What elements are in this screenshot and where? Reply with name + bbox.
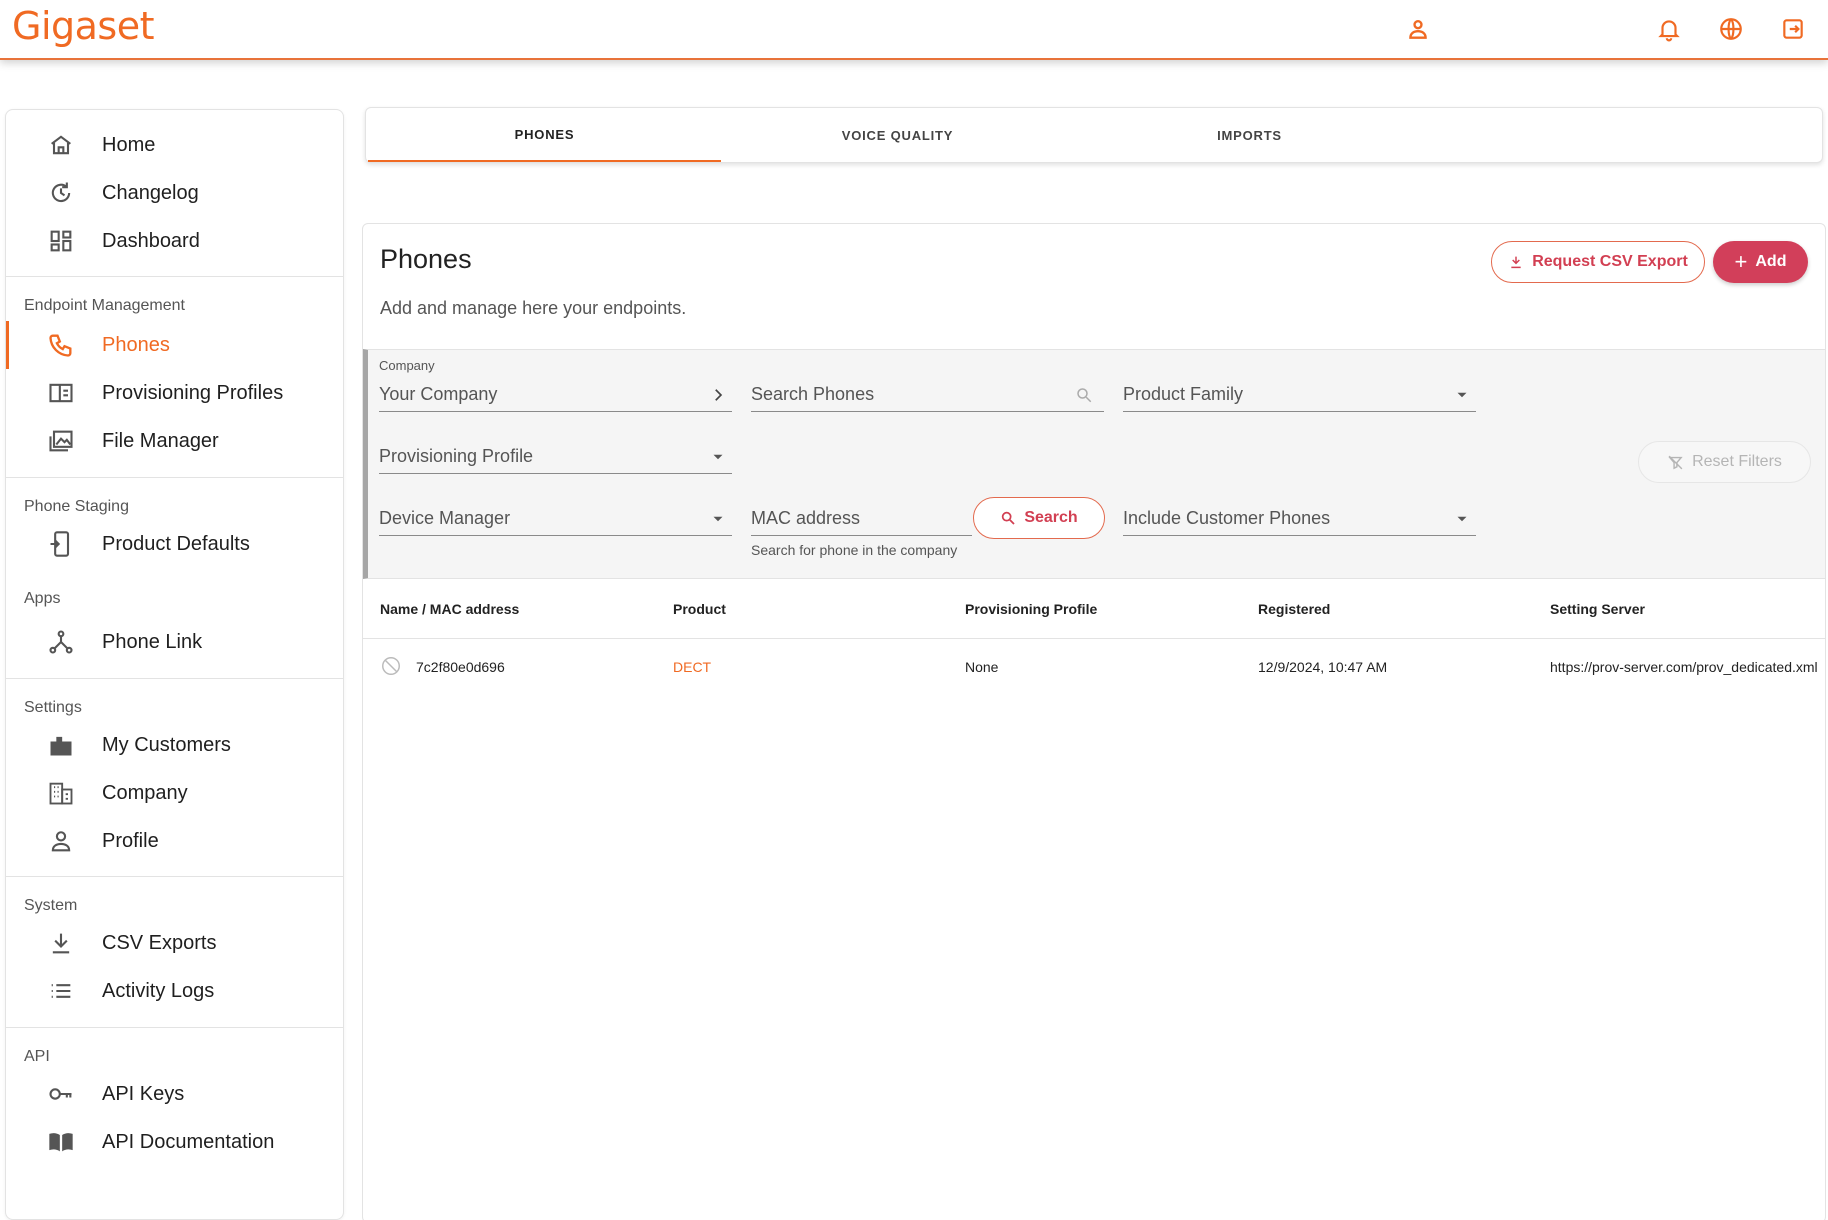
search-button-label: Search [1024,509,1078,526]
table-row[interactable]: 7c2f80e0d696 DECT None 12/9/2024, 10:47 … [363,639,1825,689]
search-icon [1074,385,1094,405]
section-title-apps: Apps [24,590,61,607]
cell-product: DECT [673,659,712,675]
sidebar-item-csv-exports[interactable]: CSV Exports [6,919,343,967]
mac-address-hint: Search for phone in the company [751,542,958,558]
sidebar-item-api-documentation[interactable]: API Documentation [6,1118,343,1166]
column-header-product[interactable]: Product [673,601,726,617]
cell-provisioning-profile: None [965,659,999,675]
section-title-phone-staging: Phone Staging [24,498,129,515]
mac-address-placeholder: MAC address [751,508,861,528]
add-label: Add [1755,253,1787,270]
company-filter-label: Company [379,358,435,373]
sidebar: Home Changelog Dashboard Endpoint Manage… [5,109,344,1220]
sidebar-item-dashboard[interactable]: Dashboard [6,217,343,265]
sidebar-item-file-manager[interactable]: File Manager [6,417,343,465]
sidebar-item-profile[interactable]: Profile [6,817,343,865]
product-family-select[interactable]: Product Family [1123,376,1476,412]
sidebar-item-api-keys[interactable]: API Keys [6,1070,343,1118]
cell-setting-server: https://prov-server.com/prov_dedicated.x… [1550,659,1818,675]
reset-filters-label: Reset Filters [1692,453,1782,470]
sidebar-item-provisioning-profiles[interactable]: Provisioning Profiles [6,369,343,417]
sidebar-item-home[interactable]: Home [6,121,343,169]
search-phones-input[interactable]: Search Phones [751,376,1104,412]
bell-icon[interactable] [1652,12,1686,46]
phones-card: Phones Add and manage here your endpoint… [362,223,1826,1220]
page-subtitle: Add and manage here your endpoints. [380,298,687,318]
reset-filters-button[interactable]: Reset Filters [1638,441,1811,483]
list-icon [44,974,78,1008]
caret-down-icon [708,447,728,467]
phone-icon [44,328,78,362]
section-title-system: System [24,897,78,914]
search-phones-placeholder: Search Phones [751,384,875,404]
include-customer-phones-value: Include Customer Phones [1123,508,1331,528]
tab-voice-quality[interactable]: VOICE QUALITY [721,108,1074,162]
download-icon [1511,256,1521,269]
top-bar: Gigaset [0,0,1828,60]
sidebar-item-activity-logs[interactable]: Activity Logs [6,967,343,1015]
caret-down-icon [1452,385,1472,405]
company-filter-value: Your Company [379,384,498,404]
user-icon[interactable] [1401,12,1435,46]
product-family-value: Product Family [1123,384,1244,404]
filter-panel: Company Your Company Search Phones Produ… [363,349,1825,579]
sidebar-item-company[interactable]: Company [6,769,343,817]
device-manager-select[interactable]: Device Manager [379,500,732,536]
table-header: Name / MAC address Product Provisioning … [363,579,1825,639]
caret-down-icon [1452,509,1472,529]
connection-icon [44,625,78,659]
device-manager-value: Device Manager [379,508,511,528]
sidebar-item-my-customers[interactable]: My Customers [6,721,343,769]
cell-mac-address[interactable]: 7c2f80e0d696 [416,659,505,675]
tabs-bar: PHONES VOICE QUALITY IMPORTS [365,107,1823,163]
request-csv-export-label: Request CSV Export [1532,253,1688,270]
mac-address-input[interactable]: MAC address [751,500,972,536]
device-icon [44,527,78,561]
filter-off-icon [1668,455,1683,469]
section-title-endpoint-management: Endpoint Management [24,297,185,314]
chevron-right-icon [708,385,728,405]
section-title-settings: Settings [24,699,82,716]
search-icon [1002,511,1015,525]
company-filter[interactable]: Your Company [379,376,732,412]
column-header-setting-server[interactable]: Setting Server [1550,601,1645,617]
person-icon [44,824,78,858]
sidebar-item-product-defaults[interactable]: Product Defaults [6,520,343,568]
column-header-provisioning-profile[interactable]: Provisioning Profile [965,601,1097,617]
column-header-registered[interactable]: Registered [1258,601,1330,617]
key-icon [44,1077,78,1111]
plus-icon: + [1734,249,1748,274]
images-icon [44,424,78,458]
provisioning-profile-value: Provisioning Profile [379,446,534,466]
book-icon [44,1125,78,1159]
add-button[interactable]: + Add [1713,241,1808,283]
column-header-name[interactable]: Name / MAC address [380,601,519,617]
disabled-status-icon [380,655,402,677]
building-icon [44,776,78,810]
include-customer-phones-select[interactable]: Include Customer Phones [1123,500,1476,536]
city-icon [44,728,78,762]
globe-icon[interactable] [1714,12,1748,46]
tab-phones[interactable]: PHONES [368,108,721,162]
tab-imports[interactable]: IMPORTS [1073,108,1426,162]
download-icon [44,926,78,960]
sidebar-item-phone-link[interactable]: Phone Link [6,618,343,666]
page-title: Phones [380,244,472,274]
logout-icon[interactable] [1776,12,1810,46]
search-button[interactable]: Search [973,497,1105,539]
home-icon [44,128,78,162]
provisioning-profile-select[interactable]: Provisioning Profile [379,438,732,474]
sidebar-item-phones[interactable]: Phones [6,321,343,369]
caret-down-icon [708,509,728,529]
sidebar-item-changelog[interactable]: Changelog [6,169,343,217]
gigaset-logo[interactable]: Gigaset [12,4,155,48]
cell-registered: 12/9/2024, 10:47 AM [1258,659,1388,675]
request-csv-export-button[interactable]: Request CSV Export [1491,241,1705,283]
history-icon [44,176,78,210]
section-title-api: API [24,1048,50,1065]
dashboard-icon [44,224,78,258]
profile-panel-icon [44,376,78,410]
